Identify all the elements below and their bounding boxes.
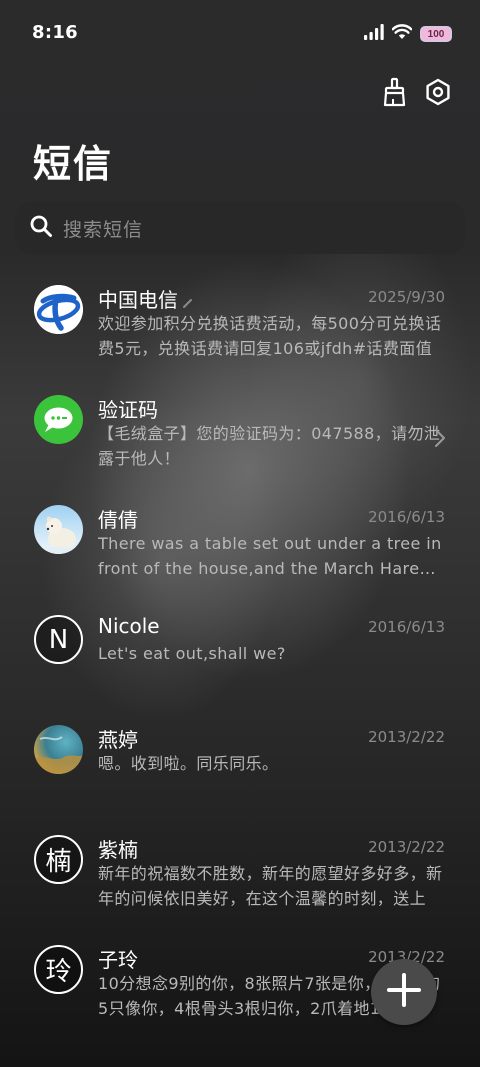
settings-button[interactable] [422, 78, 454, 110]
wifi-icon [391, 24, 413, 44]
message-snippet: Let's eat out,shall we? [98, 644, 286, 663]
message-date: 2016/6/13 [368, 618, 445, 636]
settings-gear-icon [424, 78, 452, 110]
page-title: 短信 [33, 142, 114, 186]
contact-name: 燕婷 [98, 728, 138, 752]
avatar [34, 725, 83, 774]
message-date: 2013/2/22 [368, 728, 445, 746]
contact-name: 子玲 [98, 948, 138, 972]
search-bar[interactable]: 搜索短信 [15, 202, 466, 254]
message-snippet: There was a table set out under a tree i… [98, 534, 442, 578]
conversation-row[interactable]: 燕婷 2013/2/22 嗯。收到啦。同乐同乐。 [0, 716, 480, 826]
contact-name: 验证码 [98, 398, 158, 422]
chevron-right-icon[interactable] [434, 428, 446, 452]
avatar [34, 505, 83, 554]
message-snippet: 欢迎参加积分兑换话费活动，每500分可兑换话费5元，兑换话费请回复106或jfd… [98, 314, 442, 358]
polar-bear-photo [34, 516, 83, 554]
conversation-row[interactable]: N Nicole 2016/6/13 Let's eat out,shall w… [0, 606, 480, 716]
status-bar: 8:16 100 [0, 0, 480, 68]
clean-brush-icon [380, 77, 408, 111]
avatar: 玲 [34, 945, 83, 994]
contact-name: Nicole [98, 614, 160, 638]
avatar: N [34, 615, 83, 664]
search-icon [29, 214, 53, 242]
conversation-row[interactable]: 倩倩 2016/6/13 There was a table set out u… [0, 496, 480, 606]
message-snippet: 新年的祝福数不胜数，新年的愿望好多好多，新年的问候依旧美好，在这个温馨的时刻，送… [98, 864, 443, 908]
status-icons: 100 [364, 24, 452, 44]
contact-name: 紫楠 [98, 838, 138, 862]
message-date: 2025/9/30 [368, 288, 445, 306]
status-time: 8:16 [32, 22, 78, 43]
plus-icon [386, 972, 422, 1012]
pencil-icon [182, 290, 194, 314]
conversation-list: 中国电信 2025/9/30 欢迎参加积分兑换话费活动，每500分可兑换话费5元… [0, 276, 480, 1046]
avatar [34, 395, 83, 444]
avatar: 楠 [34, 835, 83, 884]
conversation-row[interactable]: 楠 紫楠 2013/2/22 新年的祝福数不胜数，新年的愿望好多好多，新年的问候… [0, 826, 480, 936]
message-snippet: 【毛绒盒子】您的验证码为：047588，请勿泄露于他人！ [98, 424, 441, 468]
contact-name: 中国电信 [98, 284, 194, 314]
china-telecom-logo [34, 285, 83, 334]
message-snippet: 嗯。收到啦。同乐同乐。 [98, 754, 279, 773]
clean-brush-button[interactable] [378, 77, 410, 111]
landscape-photo [34, 736, 83, 774]
conversation-row[interactable]: 中国电信 2025/9/30 欢迎参加积分兑换话费活动，每500分可兑换话费5元… [0, 276, 480, 386]
message-bubble-icon [44, 407, 73, 432]
message-date: 2013/2/22 [368, 838, 445, 856]
avatar [34, 285, 83, 334]
battery-icon: 100 [420, 26, 452, 42]
conversation-row[interactable]: 验证码 【毛绒盒子】您的验证码为：047588，请勿泄露于他人！ [0, 386, 480, 496]
message-date: 2016/6/13 [368, 508, 445, 526]
signal-icon [364, 24, 384, 44]
search-placeholder: 搜索短信 [63, 218, 144, 241]
new-message-button[interactable] [371, 959, 437, 1025]
contact-name: 倩倩 [98, 508, 138, 532]
